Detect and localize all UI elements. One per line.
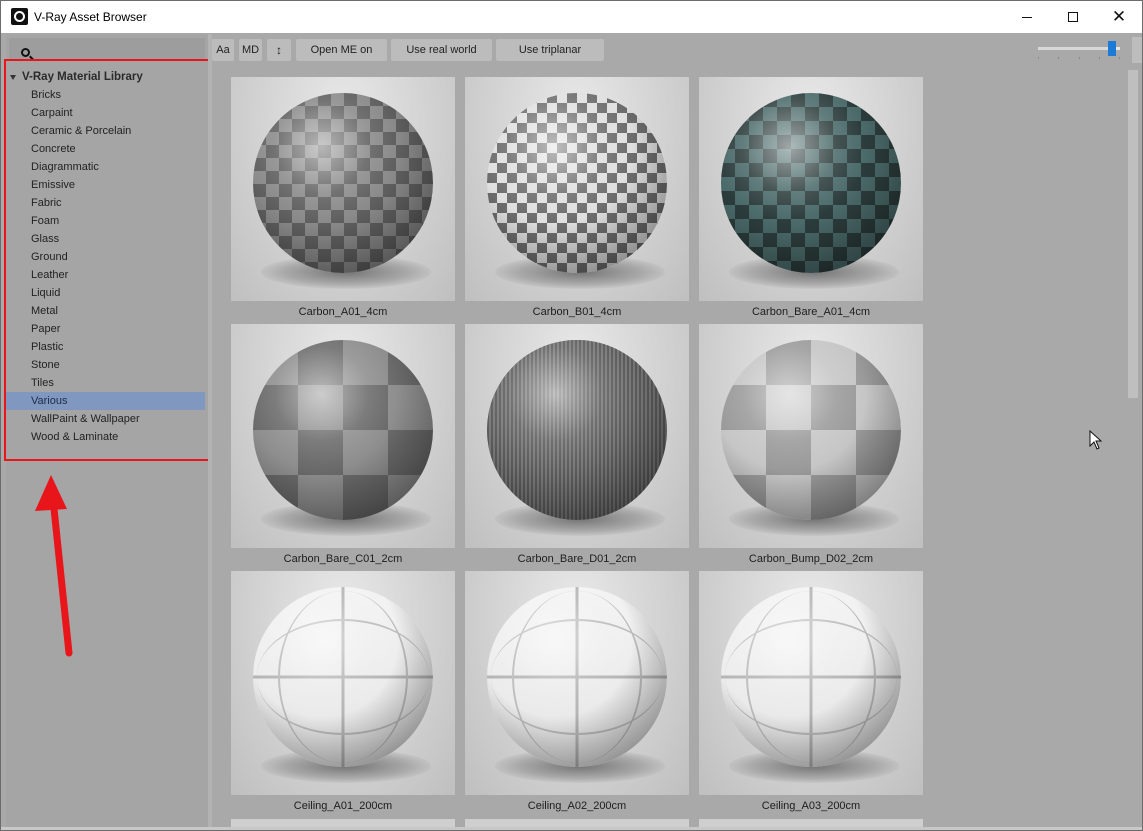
slider-thumb[interactable]	[1108, 41, 1116, 56]
maximize-button[interactable]	[1050, 1, 1096, 33]
material-thumbnail[interactable]	[231, 571, 455, 795]
sphere-shading	[253, 587, 433, 767]
sphere-shading	[487, 587, 667, 767]
sphere-shading	[487, 93, 667, 273]
material-name: Ceiling_A03_200cm	[761, 800, 861, 812]
material-thumbnail[interactable]	[231, 324, 455, 548]
material-tile[interactable]: Carbon_Bare_C01_2cm	[231, 324, 455, 570]
material-name: Carbon_Bare_A01_4cm	[751, 306, 871, 318]
title-bar[interactable]: V-Ray Asset Browser ✕	[1, 1, 1142, 33]
text-view-button[interactable]: Aa	[212, 39, 234, 61]
close-icon: ✕	[1111, 7, 1127, 26]
vray-logo-icon	[11, 8, 28, 25]
vertical-scrollbar[interactable]	[1125, 66, 1142, 827]
open-me-on-apply-toggle[interactable]: Open ME on apply	[296, 39, 387, 78]
asset-browser-window: V-Ray Asset Browser ✕ V-Ray Material Lib…	[0, 0, 1143, 831]
slider-tick	[1119, 57, 1120, 59]
partial-tile[interactable]	[465, 819, 689, 827]
toolbar: Aa MD ↕ Open ME on apply Use real world …	[212, 34, 1142, 78]
material-thumbnail[interactable]	[465, 77, 689, 301]
material-thumbnail[interactable]	[231, 77, 455, 301]
use-real-world-scale-toggle[interactable]: Use real world scale	[391, 39, 492, 78]
material-tile[interactable]: Carbon_B01_4cm	[465, 77, 689, 323]
material-preview-sphere	[253, 93, 433, 273]
material-thumbnail[interactable]	[465, 571, 689, 795]
material-name: Ceiling_A01_200cm	[293, 800, 393, 812]
thumbnail-size-slider[interactable]	[1038, 41, 1120, 56]
material-preview-sphere	[253, 587, 433, 767]
material-preview-sphere	[253, 340, 433, 520]
md-button[interactable]: MD	[239, 39, 262, 61]
sphere-shading	[721, 93, 901, 273]
slider-tick	[1079, 57, 1080, 59]
material-tile[interactable]: Carbon_A01_4cm	[231, 77, 455, 323]
mouse-pointer-icon	[1089, 430, 1103, 450]
material-thumbnail[interactable]	[699, 571, 923, 795]
maximize-icon	[1068, 12, 1078, 22]
slider-fill	[1038, 47, 1108, 50]
material-tile[interactable]: Ceiling_A03_200cm	[699, 571, 923, 817]
close-button[interactable]: ✕	[1096, 1, 1142, 33]
material-thumbnail[interactable]	[699, 324, 923, 548]
material-thumbnail[interactable]	[465, 324, 689, 548]
sphere-shading	[721, 340, 901, 520]
material-name: Carbon_Bare_C01_2cm	[283, 553, 403, 565]
minimize-icon	[1022, 16, 1032, 18]
material-name: Carbon_B01_4cm	[532, 306, 622, 318]
material-tile[interactable]: Carbon_Bump_D02_2cm	[699, 324, 923, 570]
material-preview-sphere	[487, 340, 667, 520]
scrollbar-thumb[interactable]	[1128, 70, 1138, 398]
material-preview-sphere	[721, 587, 901, 767]
material-name: Carbon_A01_4cm	[298, 306, 388, 318]
material-tile[interactable]: Ceiling_A01_200cm	[231, 571, 455, 817]
annotation-arrow-icon	[35, 475, 73, 657]
partial-tile[interactable]	[231, 819, 455, 827]
material-grid: Carbon_A01_4cm Carbon_B01_4cm Carbon_Bare_…	[212, 66, 1125, 827]
search-box[interactable]	[9, 38, 205, 61]
material-thumbnail[interactable]	[699, 77, 923, 301]
sphere-shading	[253, 340, 433, 520]
toolbar-scroll-thumb[interactable]	[1132, 37, 1142, 63]
slider-tick	[1099, 57, 1100, 59]
material-preview-sphere	[721, 93, 901, 273]
material-preview-sphere	[487, 93, 667, 273]
sort-button[interactable]: ↕	[267, 39, 291, 61]
sphere-shading	[253, 93, 433, 273]
material-tile[interactable]: Carbon_Bare_A01_4cm	[699, 77, 923, 323]
material-preview-sphere	[487, 587, 667, 767]
material-name: Carbon_Bump_D02_2cm	[748, 553, 874, 565]
material-name: Carbon_Bare_D01_2cm	[517, 553, 637, 565]
material-tile[interactable]: Carbon_Bare_D01_2cm	[465, 324, 689, 570]
status-strip	[1, 827, 1142, 830]
search-icon	[21, 48, 30, 57]
material-name: Ceiling_A02_200cm	[527, 800, 627, 812]
minimize-button[interactable]	[1004, 1, 1050, 33]
material-preview-sphere	[721, 340, 901, 520]
sphere-shading	[721, 587, 901, 767]
partial-tile[interactable]	[699, 819, 923, 827]
slider-ticks	[1038, 57, 1120, 59]
slider-tick	[1058, 57, 1059, 59]
annotation-highlight-box	[4, 59, 211, 461]
material-tile[interactable]: Ceiling_A02_200cm	[465, 571, 689, 817]
use-triplanar-mapping-toggle[interactable]: Use triplanar mapping	[496, 39, 604, 78]
window-title: V-Ray Asset Browser	[34, 10, 147, 24]
sphere-shading	[487, 340, 667, 520]
slider-tick	[1038, 57, 1039, 59]
